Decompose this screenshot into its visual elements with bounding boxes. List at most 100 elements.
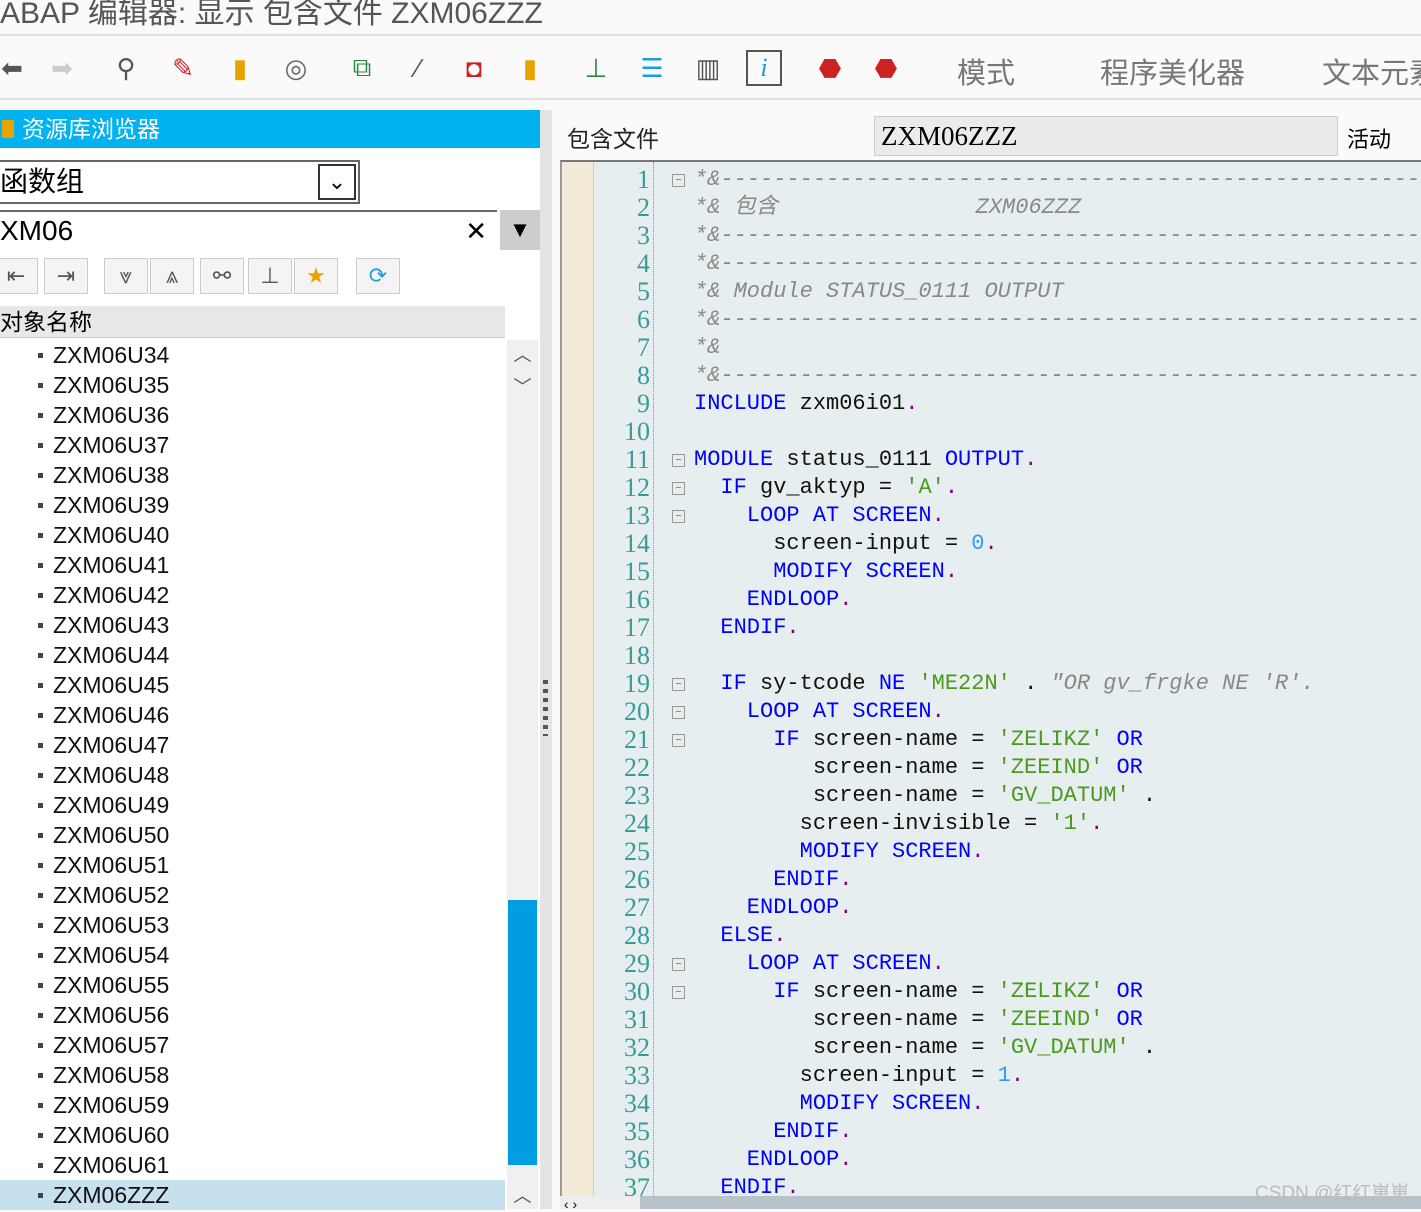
display-change-icon[interactable]: ✎ — [165, 50, 201, 86]
code-line[interactable]: 13 − LOOP AT SCREEN. — [562, 502, 1421, 530]
clear-icon[interactable]: ✕ — [465, 212, 487, 250]
stop-icon[interactable]: ⬣ — [812, 50, 848, 86]
code-line[interactable]: 23 screen-name = 'GV_DATUM' . — [562, 782, 1421, 810]
code-line[interactable]: 3 *&-------------------------------------… — [562, 222, 1421, 250]
activate-icon[interactable]: ▮ — [222, 50, 258, 86]
code-line[interactable]: 15 MODIFY SCREEN. — [562, 558, 1421, 586]
fold-toggle-icon[interactable]: − — [672, 678, 685, 691]
code-line[interactable]: 10 — [562, 418, 1421, 446]
list-item[interactable]: ZXM06U39 — [0, 490, 505, 520]
code-line[interactable]: 18 — [562, 642, 1421, 670]
collapse-all-icon[interactable]: ⩓ — [150, 258, 194, 294]
code-line[interactable]: 33 screen-input = 1. — [562, 1062, 1421, 1090]
list-item[interactable]: ZXM06U60 — [0, 1120, 505, 1150]
pretty-printer-button[interactable]: 程序美化器 — [1100, 50, 1245, 92]
code-line[interactable]: 12 − IF gv_aktyp = 'A'. — [562, 474, 1421, 502]
code-line[interactable]: 5 *& Module STATUS_0111 OUTPUT — [562, 278, 1421, 306]
fold-toggle-icon[interactable]: − — [672, 986, 685, 999]
list-item[interactable]: ZXM06U48 — [0, 760, 505, 790]
code-line[interactable]: 21 − IF screen-name = 'ZELIKZ' OR — [562, 726, 1421, 754]
list-item[interactable]: ZXM06U52 — [0, 880, 505, 910]
list-item[interactable]: ZXM06U41 — [0, 550, 505, 580]
code-line[interactable]: 36 ENDLOOP. — [562, 1146, 1421, 1174]
code-lines[interactable]: 1− *&------------------------------------… — [562, 166, 1421, 1201]
code-line[interactable]: 9 INCLUDE zxm06i01. — [562, 390, 1421, 418]
layout-icon[interactable]: ▥ — [690, 50, 726, 86]
code-line[interactable]: 31 screen-name = 'ZEEIND' OR — [562, 1006, 1421, 1034]
list-item[interactable]: ZXM06U36 — [0, 400, 505, 430]
code-line[interactable]: 2 *& 包含 ZXM06ZZZ — [562, 194, 1421, 222]
breakpoint-icon[interactable]: ◘ — [456, 50, 492, 86]
hierarchy-icon[interactable]: ⊥ — [578, 50, 614, 86]
mode-button[interactable]: 模式 — [957, 50, 1015, 92]
code-line[interactable]: 14 screen-input = 0. — [562, 530, 1421, 558]
code-line[interactable]: 24 screen-invisible = '1'. — [562, 810, 1421, 838]
stack-icon[interactable]: ☰ — [634, 50, 670, 86]
object-name-dropdown[interactable]: ▼ — [500, 210, 540, 250]
list-item[interactable]: ZXM06U55 — [0, 970, 505, 1000]
code-line[interactable]: 22 screen-name = 'ZEEIND' OR — [562, 754, 1421, 782]
object-name-input[interactable]: XM06 ✕ — [0, 210, 497, 250]
code-line[interactable]: 8 *&-------------------------------------… — [562, 362, 1421, 390]
code-line[interactable]: 6 *&-------------------------------------… — [562, 306, 1421, 334]
list-item[interactable]: ZXM06ZZZ — [0, 1180, 505, 1210]
expand-all-icon[interactable]: ⩔ — [104, 258, 148, 294]
binoculars-icon[interactable]: ⚯ — [200, 258, 244, 294]
code-line[interactable]: 29 − LOOP AT SCREEN. — [562, 950, 1421, 978]
list-item[interactable]: ZXM06U35 — [0, 370, 505, 400]
forward-icon[interactable]: ➡ — [44, 50, 80, 86]
panel-splitter[interactable] — [540, 110, 552, 1209]
favorites-icon[interactable]: ★ — [294, 258, 338, 294]
fold-toggle-icon[interactable]: − — [672, 734, 685, 747]
fold-toggle-icon[interactable]: − — [672, 454, 685, 467]
list-item[interactable]: ZXM06U37 — [0, 430, 505, 460]
fold-toggle-icon[interactable]: − — [672, 706, 685, 719]
list-item[interactable]: ZXM06U53 — [0, 910, 505, 940]
list-item[interactable]: ZXM06U46 — [0, 700, 505, 730]
fold-toggle-icon[interactable]: − — [672, 510, 685, 523]
code-line[interactable]: 16 ENDLOOP. — [562, 586, 1421, 614]
code-line[interactable]: 1 − *&------------------------------------… — [562, 166, 1421, 194]
back-icon[interactable]: ⬅ — [0, 50, 30, 86]
text-elements-button[interactable]: 文本元素 — [1322, 50, 1421, 92]
code-line[interactable]: 32 screen-name = 'GV_DATUM' . — [562, 1034, 1421, 1062]
list-item[interactable]: ZXM06U50 — [0, 820, 505, 850]
next-object-icon[interactable]: ⇥ — [44, 258, 88, 294]
magic-wand-icon[interactable]: ⁄ — [400, 50, 436, 86]
code-line[interactable]: 20 − LOOP AT SCREEN. — [562, 698, 1421, 726]
stop-user-icon[interactable]: ⬣ — [868, 50, 904, 86]
code-line[interactable]: 35 ENDIF. — [562, 1118, 1421, 1146]
code-line[interactable]: 25 MODIFY SCREEN. — [562, 838, 1421, 866]
hierarchy-icon[interactable]: ⊥ — [248, 258, 292, 294]
code-line[interactable]: 30 − IF screen-name = 'ZELIKZ' OR — [562, 978, 1421, 1006]
fold-toggle-icon[interactable]: − — [672, 482, 685, 495]
code-editor[interactable]: 1− *&------------------------------------… — [560, 160, 1421, 1200]
code-line[interactable]: 27 ENDLOOP. — [562, 894, 1421, 922]
list-item[interactable]: ZXM06U34 — [0, 340, 505, 370]
scroll-up-icon[interactable]: ︿ — [507, 340, 538, 370]
list-item[interactable]: ZXM06U45 — [0, 670, 505, 700]
list-item[interactable]: ZXM06U57 — [0, 1030, 505, 1060]
navigate-icon[interactable]: ▮ — [512, 50, 548, 86]
list-item[interactable]: ZXM06U40 — [0, 520, 505, 550]
list-item[interactable]: ZXM06U54 — [0, 940, 505, 970]
list-item[interactable]: ZXM06U38 — [0, 460, 505, 490]
refresh-icon[interactable]: ⟳ — [356, 258, 400, 294]
column-header-object-name[interactable]: 对象名称 — [0, 306, 505, 338]
list-item[interactable]: ZXM06U58 — [0, 1060, 505, 1090]
vertical-scrollbar[interactable]: ︿ ﹀ ︿ — [507, 340, 538, 1209]
list-item[interactable]: ZXM06U51 — [0, 850, 505, 880]
where-used-icon[interactable]: ◎ — [278, 50, 314, 86]
code-line[interactable]: 19 − IF sy-tcode NE 'ME22N' . "OR gv_frgk… — [562, 670, 1421, 698]
fold-toggle-icon[interactable]: − — [672, 958, 685, 971]
code-line[interactable]: 7 *& — [562, 334, 1421, 362]
code-line[interactable]: 4 *&-------------------------------------… — [562, 250, 1421, 278]
scroll-up-icon[interactable]: ︿ — [507, 1181, 538, 1211]
list-item[interactable]: ZXM06U42 — [0, 580, 505, 610]
list-item[interactable]: ZXM06U61 — [0, 1150, 505, 1180]
code-line[interactable]: 17 ENDIF. — [562, 614, 1421, 642]
scrollbar-thumb[interactable] — [508, 900, 537, 1165]
list-item[interactable]: ZXM06U56 — [0, 1000, 505, 1030]
list-item[interactable]: ZXM06U47 — [0, 730, 505, 760]
code-line[interactable]: 11 − MODULE status_0111 OUTPUT. — [562, 446, 1421, 474]
